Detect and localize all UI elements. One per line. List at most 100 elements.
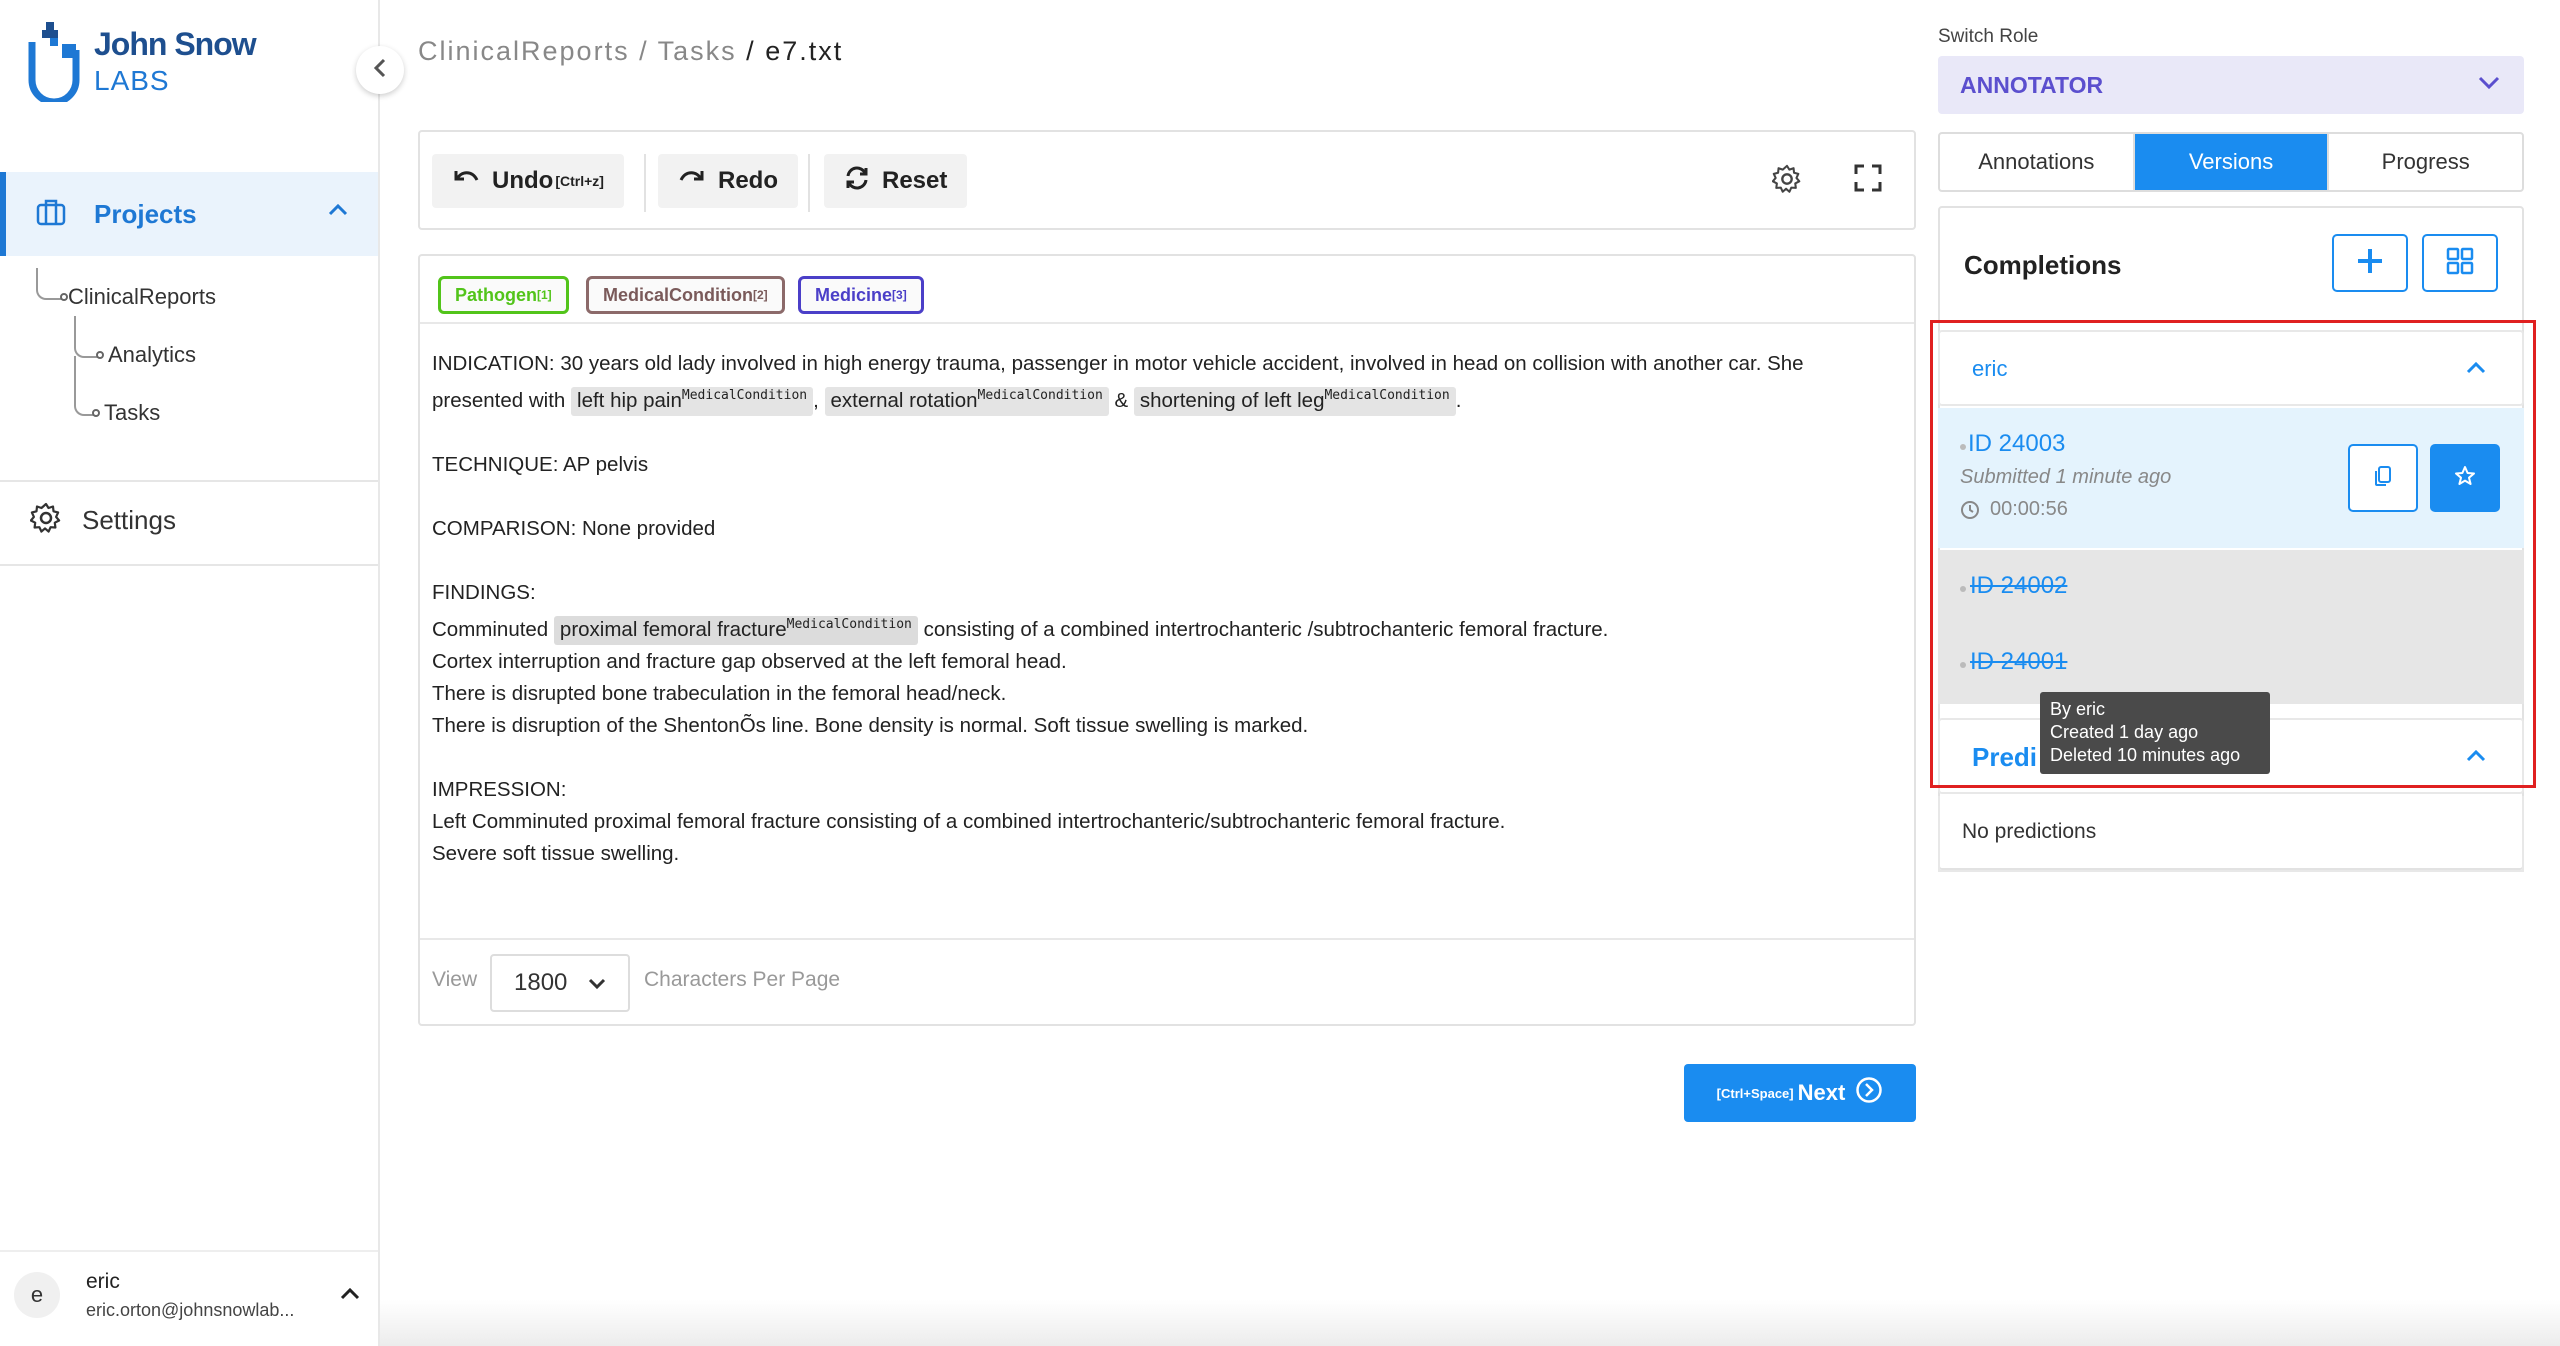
breadcrumb-current: e7.txt: [765, 36, 844, 66]
nav-projects[interactable]: Projects: [0, 172, 378, 256]
logo-icon: [28, 20, 80, 106]
completions-title: Completions: [1964, 250, 2122, 280]
clock-icon: [1961, 500, 1979, 519]
star-completion-button[interactable]: [2430, 444, 2500, 512]
role-select[interactable]: ANNOTATOR: [1938, 56, 2524, 114]
arrow-right-circle-icon: [1855, 1076, 1883, 1110]
reset-label: Reset: [882, 167, 948, 194]
completion-group-header[interactable]: eric: [1938, 330, 2524, 406]
chevron-left-icon: [373, 58, 387, 83]
label-medicalcondition[interactable]: MedicalCondition [2]: [586, 276, 785, 314]
predictions-empty: No predictions: [1938, 796, 2524, 872]
tree-connector: [74, 356, 96, 416]
text-line: FINDINGS:: [432, 580, 536, 604]
completion-item-active[interactable]: ID 24003 Submitted 1 minute ago 00:00:56: [1938, 408, 2524, 548]
tab-versions[interactable]: Versions: [2134, 134, 2330, 190]
nav-settings-label: Settings: [82, 505, 176, 535]
tree-item-clinicalreports[interactable]: ClinicalReports: [68, 284, 216, 310]
completion-id-deleted[interactable]: ID 24001: [1970, 648, 2067, 676]
pagination-bar: View 1800 Characters Per Page: [420, 938, 1914, 1024]
app-root: John Snow LABS Projects ClinicalReports …: [0, 0, 2560, 1346]
breadcrumb-project[interactable]: ClinicalReports: [418, 36, 630, 66]
text-line: IMPRESSION:: [432, 777, 567, 801]
breadcrumb-separator: /: [639, 36, 649, 66]
gear-icon: [29, 502, 62, 539]
entity-medicalcondition[interactable]: left hip painMedicalCondition: [571, 386, 814, 416]
star-icon: [2453, 464, 2477, 493]
logo-subtitle: LABS: [94, 65, 170, 96]
completion-id-deleted[interactable]: ID 24002: [1970, 572, 2067, 600]
next-button[interactable]: [Ctrl+Space] Next: [1684, 1064, 1916, 1122]
toolbar-divider: [644, 154, 646, 212]
next-label: Next: [1797, 1080, 1846, 1105]
labels-bar: Pathogen [1] MedicalCondition [2] Medicine…: [420, 256, 1914, 324]
switch-role-label: Switch Role: [1938, 26, 2039, 47]
entity-medicalcondition[interactable]: proximal femoral fractureMedicalConditio…: [553, 615, 918, 645]
chevron-up-icon[interactable]: [328, 202, 348, 221]
chevron-up-icon: [2466, 361, 2486, 374]
toolbar-divider: [808, 154, 810, 212]
logo[interactable]: John Snow LABS: [28, 20, 257, 106]
logo-title: John Snow: [94, 26, 257, 62]
text-line: INDICATION: 30 years old lady involved i…: [432, 352, 1804, 375]
reset-button[interactable]: Reset: [824, 154, 968, 208]
completion-group-user: eric: [1972, 356, 2008, 381]
predictions-title: Predi: [1972, 742, 2038, 772]
tab-progress[interactable]: Progress: [2329, 134, 2522, 190]
grid-view-button[interactable]: [2422, 234, 2498, 292]
sidebar: John Snow LABS Projects ClinicalReports …: [0, 0, 380, 1346]
label-medicine[interactable]: Medicine [3]: [798, 276, 924, 314]
completion-tooltip: By eric Created 1 day ago Deleted 10 min…: [2040, 692, 2270, 774]
plus-icon: [2355, 246, 2385, 281]
fullscreen-icon[interactable]: [1854, 164, 1882, 197]
redo-icon: [678, 167, 718, 196]
breadcrumb: ClinicalReports / Tasks / e7.txt: [418, 36, 843, 67]
label-pathogen[interactable]: Pathogen [1]: [438, 276, 569, 314]
nav-projects-label: Projects: [94, 198, 197, 229]
breadcrumb-tasks[interactable]: Tasks: [658, 36, 737, 66]
text-line: Left Comminuted proximal femoral fractur…: [432, 809, 1506, 833]
add-completion-button[interactable]: [2332, 234, 2408, 292]
user-email: eric.orton@johnsnowlab...: [86, 1300, 295, 1320]
tree-item-analytics[interactable]: Analytics: [108, 342, 196, 368]
text-line: Severe soft tissue swelling.: [432, 841, 680, 865]
grid-icon: [2445, 246, 2475, 281]
text-line: presented with left hip painMedicalCondi…: [432, 380, 1902, 417]
settings-gear-icon[interactable]: [1771, 164, 1802, 199]
next-shortcut: [Ctrl+Space]: [1716, 1085, 1794, 1101]
entity-medicalcondition[interactable]: external rotationMedicalCondition: [824, 386, 1109, 416]
avatar: e: [14, 1272, 60, 1318]
text-line: TECHNIQUE: AP pelvis: [432, 452, 649, 476]
briefcase-icon: [36, 198, 66, 231]
sidebar-collapse-button[interactable]: [356, 46, 404, 94]
nav-settings[interactable]: Settings: [29, 502, 176, 539]
text-line: Comminuted proximal femoral fractureMedi…: [432, 609, 1902, 646]
no-predictions-text: No predictions: [1962, 820, 2097, 843]
undo-button[interactable]: Undo [Ctrl+z]: [432, 154, 624, 208]
sidebar-divider: [0, 480, 378, 482]
text-line: There is disruption of the ShentonÕs lin…: [432, 713, 1309, 737]
tab-annotations[interactable]: Annotations: [1940, 134, 2135, 190]
status-dot: [1960, 586, 1966, 592]
tree-node-dot: [96, 351, 104, 359]
chars-per-page-select[interactable]: 1800: [490, 954, 630, 1012]
entity-medicalcondition[interactable]: shortening of left legMedicalCondition: [1133, 386, 1456, 416]
view-label: View: [432, 968, 478, 991]
user-menu[interactable]: e eric eric.orton@johnsnowlab...: [0, 1250, 378, 1346]
text-line: There is disrupted bone trabeculation in…: [432, 681, 1007, 705]
completion-submitted: Submitted 1 minute ago: [1960, 466, 2172, 488]
text-line: COMPARISON: None provided: [432, 516, 716, 540]
side-tabs: Annotations Versions Progress: [1938, 132, 2524, 192]
status-dot: [1960, 662, 1966, 668]
chevron-up-icon[interactable]: [340, 1286, 360, 1305]
copy-completion-button[interactable]: [2348, 444, 2418, 512]
redo-button[interactable]: Redo: [658, 154, 798, 208]
editor-toolbar: Undo [Ctrl+z] Redo Reset: [418, 130, 1916, 230]
text-editor: Pathogen [1] MedicalCondition [2] Medicine…: [418, 254, 1916, 1026]
tree-node-dot: [92, 409, 100, 417]
reset-icon: [844, 165, 882, 198]
tree-item-tasks[interactable]: Tasks: [104, 400, 160, 426]
document-text[interactable]: INDICATION: 30 years old lady involved i…: [432, 348, 1902, 870]
status-dot: [1960, 444, 1966, 450]
breadcrumb-separator: /: [746, 36, 756, 66]
